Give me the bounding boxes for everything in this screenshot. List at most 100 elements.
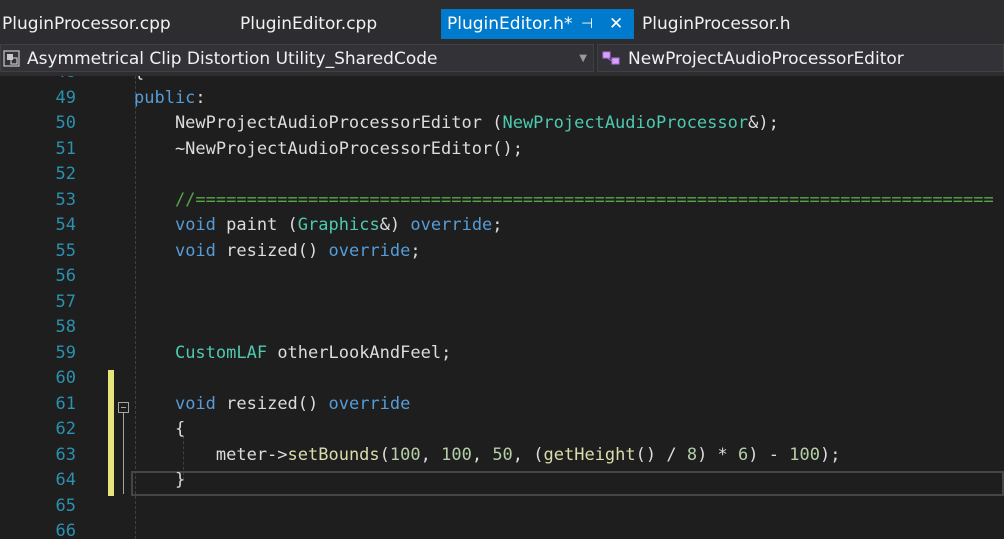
code-token: );: [819, 444, 841, 465]
line-number: 59: [55, 342, 76, 363]
change-marker: [108, 370, 114, 496]
code-token: ;: [492, 215, 503, 235]
line-number: 66: [55, 521, 76, 539]
project-dropdown-label: Asymmetrical Clip Distortion Utility_Sha…: [27, 49, 438, 69]
code-token: void: [174, 240, 216, 261]
line-number: 62: [55, 419, 76, 439]
code-line[interactable]: CustomLAF otherLookAndFeel;: [134, 343, 451, 363]
code-token: ) *: [697, 444, 739, 465]
code-token: {: [134, 76, 144, 82]
code-token: () /: [635, 444, 687, 465]
code-token: NewProjectAudioProcessorEditor (: [134, 113, 503, 133]
code-token: 100: [789, 444, 820, 465]
code-token: void: [174, 215, 216, 235]
code-token: , (: [512, 444, 544, 465]
code-editor[interactable]: 48 49 50 51 52 53 54 55 56 57 58 59 60 61 62 63 64 65 66 {…: [0, 76, 1004, 539]
tab-plugin-editor-cpp[interactable]: PluginEditor.cpp: [240, 9, 377, 39]
code-token: 6: [738, 444, 749, 465]
code-token: resized(): [215, 393, 329, 414]
code-token: 100: [389, 444, 421, 465]
line-number: 63: [55, 444, 76, 465]
line-number: 60: [55, 368, 76, 388]
tab-label: PluginEditor.h*: [447, 14, 573, 34]
code-token: ;: [410, 240, 421, 261]
scope-dropdown-label: NewProjectAudioProcessorEditor: [628, 49, 904, 69]
line-number: 53: [55, 189, 76, 210]
tab-plugin-processor-h[interactable]: PluginProcessor.h: [642, 9, 791, 39]
code-line[interactable]: void resized() override: [134, 394, 410, 414]
code-line[interactable]: }: [134, 470, 185, 490]
code-token: ,: [420, 444, 442, 465]
line-number: 65: [55, 495, 76, 516]
line-number: 55: [55, 240, 76, 261]
code-token: otherLookAndFeel;: [267, 342, 452, 363]
code-token: &): [379, 215, 411, 235]
code-token: paint (: [215, 215, 298, 235]
tab-label: PluginEditor.cpp: [240, 14, 378, 34]
code-token: ~NewProjectAudioProcessorEditor();: [134, 138, 523, 159]
code-line[interactable]: {: [134, 419, 185, 439]
code-token: &);: [748, 113, 779, 133]
line-number: 50: [55, 113, 76, 133]
code-line[interactable]: NewProjectAudioProcessorEditor (NewProje…: [134, 113, 779, 133]
line-number: 58: [55, 317, 76, 337]
line-number: 61: [55, 393, 76, 414]
pin-icon[interactable]: ⊣: [581, 9, 593, 39]
code-token: NewProjectAudioProcessor: [502, 113, 749, 133]
code-line[interactable]: meter->setBounds(100, 100, 50, (getHeigh…: [134, 444, 841, 465]
code-token: :: [195, 87, 206, 108]
code-line[interactable]: void resized() override;: [134, 241, 421, 261]
code-line[interactable]: //======================================…: [134, 190, 994, 210]
code-line[interactable]: {: [134, 76, 144, 82]
code-token: setBounds: [287, 444, 380, 465]
code-token: override: [410, 215, 493, 235]
tab-label: PluginProcessor.h: [642, 14, 791, 34]
line-number: 49: [55, 87, 76, 108]
code-line[interactable]: public:: [134, 88, 206, 108]
tab-label: PluginProcessor.cpp: [2, 14, 171, 34]
fold-line: [123, 413, 124, 494]
current-line-highlight: [131, 471, 1004, 496]
code-line[interactable]: ~NewProjectAudioProcessorEditor();: [134, 139, 523, 159]
code-token: public: [134, 87, 196, 108]
code-token: 8: [686, 444, 698, 465]
project-dropdown[interactable]: Asymmetrical Clip Distortion Utility_Sha…: [0, 44, 594, 72]
code-token: override: [328, 393, 411, 414]
code-token: (: [379, 444, 390, 465]
document-tab-bar: PluginProcessor.cpp PluginEditor.cpp Plu…: [0, 0, 1004, 39]
code-token: 50: [492, 444, 513, 465]
code-token: void: [174, 393, 216, 414]
code-line[interactable]: void paint (Graphics&) override;: [134, 215, 503, 235]
line-number: 51: [55, 138, 76, 159]
code-token: }: [134, 470, 186, 490]
project-icon: [3, 50, 20, 67]
line-number: 64: [55, 470, 76, 490]
line-number: 54: [55, 215, 76, 235]
code-token: ,: [471, 444, 493, 465]
line-number: 48: [0, 76, 76, 82]
class-icon: [602, 51, 620, 65]
code-token: //======================================…: [134, 189, 994, 210]
scope-dropdown[interactable]: NewProjectAudioProcessorEditor: [597, 44, 1004, 72]
code-token: meter->: [134, 444, 288, 465]
code-token: override: [328, 240, 411, 261]
code-token: {: [134, 419, 186, 439]
line-number: 56: [55, 266, 76, 286]
code-token: Graphics: [297, 215, 380, 235]
line-number: 57: [55, 291, 76, 312]
navigation-bar: Asymmetrical Clip Distortion Utility_Sha…: [0, 39, 1004, 76]
tab-plugin-editor-h[interactable]: PluginEditor.h* ⊣ ✕: [441, 9, 634, 39]
line-number: 52: [55, 164, 76, 184]
code-token: getHeight: [543, 444, 636, 465]
code-token: ) -: [748, 444, 790, 465]
code-token: CustomLAF: [174, 342, 268, 363]
chevron-down-icon[interactable]: ▼: [579, 45, 587, 73]
tab-plugin-processor-cpp[interactable]: PluginProcessor.cpp: [2, 9, 171, 39]
code-token: resized(): [215, 240, 329, 261]
close-icon[interactable]: ✕: [609, 9, 623, 39]
collapse-icon[interactable]: [118, 402, 129, 413]
